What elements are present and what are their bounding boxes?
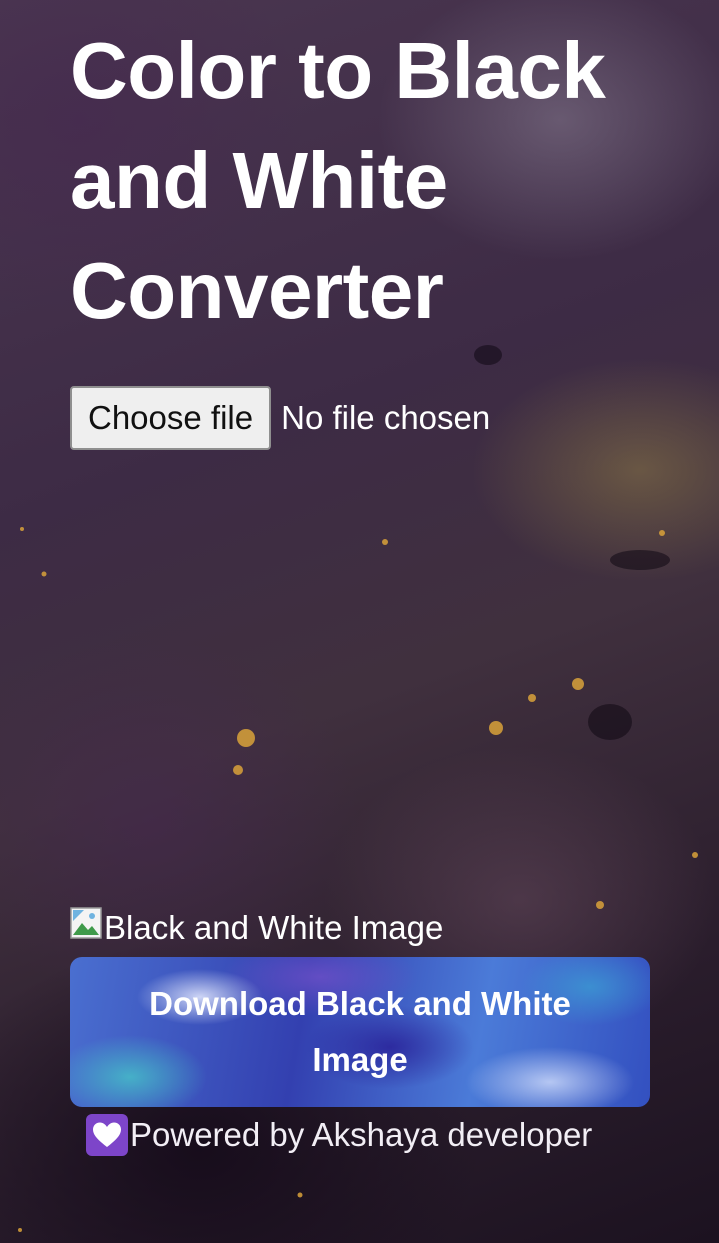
file-input[interactable]: Choose file No file chosen xyxy=(70,386,490,450)
powered-by-text: Powered by Akshaya developer xyxy=(130,1116,593,1153)
download-button[interactable]: Download Black and White Image xyxy=(70,957,650,1107)
broken-image-icon xyxy=(70,907,102,939)
footer-credit: Powered by Akshaya developer xyxy=(86,1110,592,1160)
choose-file-button[interactable]: Choose file xyxy=(70,386,272,450)
page-title: Color to Black and White Converter xyxy=(70,26,606,335)
heart-icon xyxy=(86,1114,128,1156)
output-image: Black and White Image xyxy=(70,900,443,956)
output-image-alt-text: Black and White Image xyxy=(104,909,444,946)
file-status-text: No file chosen xyxy=(281,399,491,436)
